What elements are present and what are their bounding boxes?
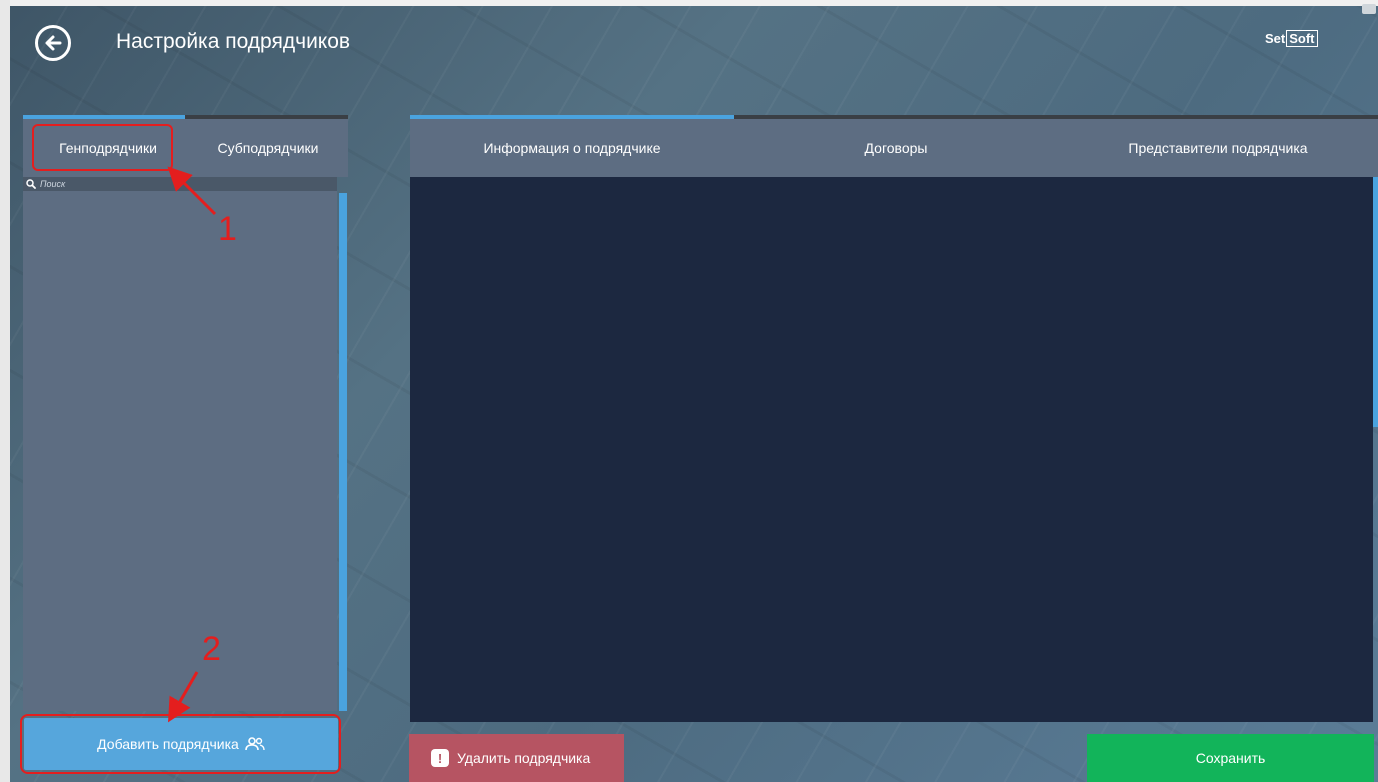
page-title: Настройка подрядчиков	[116, 30, 351, 53]
search-bar	[23, 177, 337, 191]
delete-contractor-button[interactable]: ! Удалить подрядчика	[409, 734, 624, 782]
tab-subcontractors[interactable]: Субподрядчики	[198, 125, 338, 171]
window-control-icon[interactable]	[1362, 4, 1376, 14]
delete-button-label: Удалить подрядчика	[457, 750, 591, 766]
content-scrollbar[interactable]	[1373, 177, 1378, 427]
contractor-detail-tabs: Информация о подрядчике Договоры Предста…	[410, 119, 1378, 177]
annotation-highlight-2	[20, 714, 341, 774]
setsoft-logo: Set Soft	[1265, 30, 1318, 47]
contractors-list[interactable]	[23, 191, 337, 711]
arrow-left-icon	[45, 35, 62, 51]
contractor-details-content	[410, 177, 1373, 722]
tab-contracts[interactable]: Договоры	[734, 119, 1058, 177]
tab-contractor-info[interactable]: Информация о подрядчике	[410, 119, 734, 177]
annotation-marker-2: 2	[202, 630, 221, 668]
exclamation-icon: !	[431, 749, 449, 767]
annotation-marker-1: 1	[218, 210, 237, 248]
search-icon	[26, 179, 36, 189]
contractors-list-panel: Генподрядчики Субподрядчики	[23, 115, 348, 711]
annotation-highlight-1	[32, 124, 173, 171]
back-button[interactable]	[35, 25, 71, 61]
window-top-edge	[0, 0, 1378, 6]
tab-contractor-representatives[interactable]: Представители подрядчика	[1058, 119, 1378, 177]
list-scrollbar[interactable]	[339, 193, 347, 711]
logo-text-soft: Soft	[1286, 30, 1318, 47]
save-button[interactable]: Сохранить	[1087, 734, 1374, 782]
search-input[interactable]	[40, 179, 320, 189]
logo-text-set: Set	[1265, 31, 1286, 46]
window-left-edge	[0, 0, 10, 782]
